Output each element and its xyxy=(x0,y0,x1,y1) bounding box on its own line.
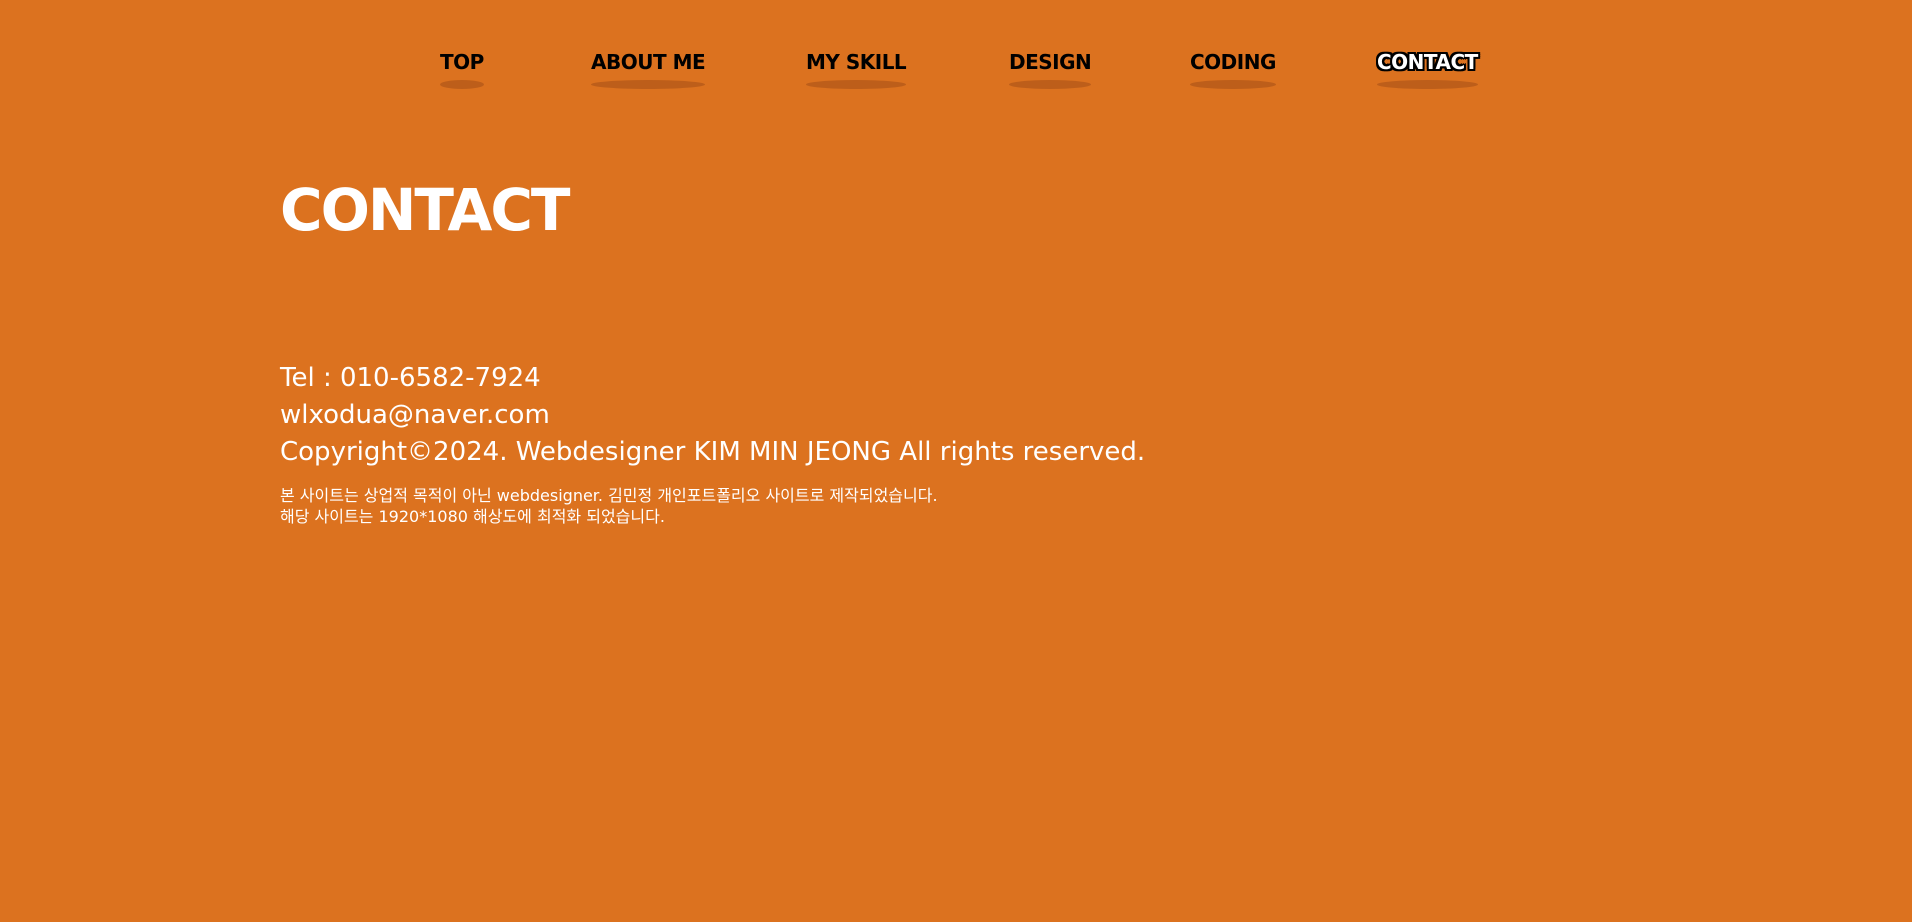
notice-line-purpose: 본 사이트는 상업적 목적이 아닌 webdesigner. 김민정 개인포트폴… xyxy=(280,486,938,505)
nav-item-design[interactable]: DESIGN xyxy=(1009,46,1092,89)
nav-item-top[interactable]: TOP xyxy=(440,46,484,89)
nav-label: CODING xyxy=(1190,50,1276,74)
nav-item-shadow xyxy=(806,80,907,89)
contact-email: wlxodua@naver.com xyxy=(280,400,550,430)
contact-info: Tel : 010-6582-7924 wlxodua@naver.com Co… xyxy=(280,360,1600,527)
nav-item-my-skill[interactable]: MY SKILL xyxy=(806,46,907,89)
contact-tel: Tel : 010-6582-7924 xyxy=(280,363,541,393)
nav-item-shadow xyxy=(591,80,706,89)
copyright-text: Copyright©2024. Webdesigner KIM MIN JEON… xyxy=(280,437,1146,467)
nav-label: MY SKILL xyxy=(806,50,907,74)
nav-item-shadow xyxy=(1190,80,1276,89)
nav-label: CONTACT xyxy=(1377,50,1478,74)
nav-item-contact[interactable]: CONTACT xyxy=(1377,46,1478,89)
nav-item-shadow xyxy=(1009,80,1092,89)
page-title: CONTACT xyxy=(280,176,570,244)
notice-line-resolution: 해당 사이트는 1920*1080 해상도에 최적화 되었습니다. xyxy=(280,507,665,526)
nav-item-coding[interactable]: CODING xyxy=(1190,46,1276,89)
site-notice: 본 사이트는 상업적 목적이 아닌 webdesigner. 김민정 개인포트폴… xyxy=(280,485,1600,527)
nav-label: DESIGN xyxy=(1009,50,1092,74)
nav-label: TOP xyxy=(440,50,484,74)
nav-item-shadow xyxy=(440,80,484,89)
main-nav: TOP ABOUT ME MY SKILL DESIGN CODING CONT… xyxy=(0,46,1912,92)
nav-item-shadow xyxy=(1377,80,1478,89)
nav-item-about-me[interactable]: ABOUT ME xyxy=(591,46,706,89)
nav-label: ABOUT ME xyxy=(591,50,706,74)
